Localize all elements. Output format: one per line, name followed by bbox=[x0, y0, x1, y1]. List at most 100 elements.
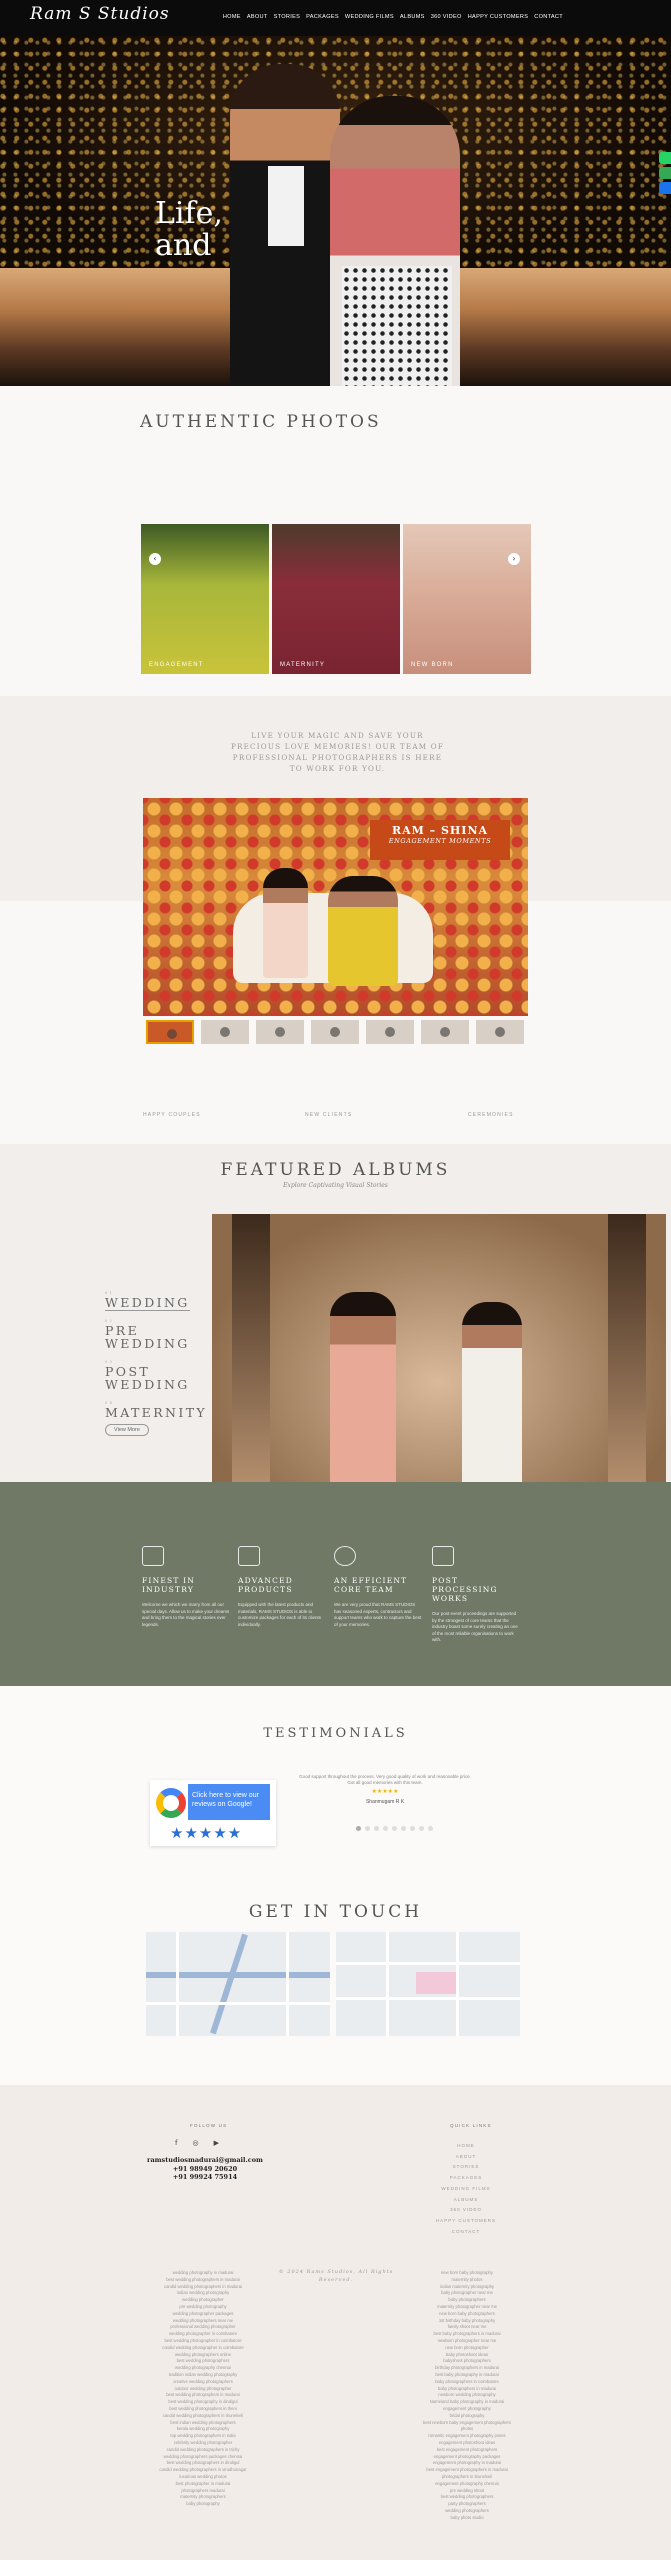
keyword-link[interactable]: photos bbox=[402, 2426, 532, 2433]
chat-icon[interactable] bbox=[659, 182, 671, 194]
keyword-link[interactable]: celebrity wedding photographer bbox=[138, 2440, 268, 2447]
keyword-link[interactable]: best newborn baby engagement photographe… bbox=[402, 2420, 532, 2427]
keyword-link[interactable]: family shoot near me bbox=[402, 2324, 532, 2331]
category-card-maternity[interactable]: MATERNITY bbox=[272, 524, 400, 674]
keyword-link[interactable]: 1st birthday baby photography bbox=[402, 2318, 532, 2325]
video-thumb[interactable] bbox=[366, 1020, 414, 1044]
keyword-link[interactable]: engagement photography packages bbox=[402, 2454, 532, 2461]
keyword-link[interactable]: wedding photographers bbox=[402, 2508, 532, 2515]
keyword-link[interactable]: creative wedding photographers bbox=[138, 2379, 268, 2386]
keyword-link[interactable]: indian maternity photography bbox=[402, 2284, 532, 2291]
keyword-link[interactable]: baby photographer near me bbox=[402, 2290, 532, 2297]
footer-link[interactable]: CONTACT bbox=[430, 2227, 502, 2238]
keyword-link[interactable]: baby photographers bbox=[402, 2297, 532, 2304]
nav-contact[interactable]: CONTACT bbox=[534, 14, 563, 20]
google-reviews-card[interactable]: Click here to view our reviews on Google… bbox=[150, 1780, 276, 1846]
video-player[interactable]: RAM – SHINA ENGAGEMENT MOMENTS bbox=[143, 798, 528, 1016]
keyword-link[interactable]: outdoor wedding photographer bbox=[138, 2386, 268, 2393]
keyword-link[interactable]: best wedding photographers in theni bbox=[138, 2406, 268, 2413]
phone-link-1[interactable]: +91 98949 20620 bbox=[140, 2165, 270, 2174]
keyword-link[interactable]: wedding photographers near me bbox=[138, 2318, 268, 2325]
keyword-link[interactable]: baby photo studio bbox=[402, 2515, 532, 2522]
keyword-link[interactable]: Nameland baby photography in madurai bbox=[402, 2399, 532, 2406]
keyword-link[interactable]: baby photographers in madurai bbox=[402, 2386, 532, 2393]
facebook-icon[interactable]: f bbox=[175, 2139, 177, 2147]
keyword-link[interactable]: newborn photographer near me bbox=[402, 2338, 532, 2345]
category-card-new-born[interactable]: NEW BORN bbox=[403, 524, 531, 674]
keyword-link[interactable]: wedding photographer in coimbatore bbox=[138, 2331, 268, 2338]
nav-home[interactable]: HOME bbox=[223, 14, 241, 20]
keyword-link[interactable]: wedding photographers packages chennai bbox=[138, 2454, 268, 2461]
keyword-link[interactable]: best baby photography in madurai bbox=[402, 2372, 532, 2379]
nav-about[interactable]: ABOUT bbox=[247, 14, 268, 20]
nav-stories[interactable]: STORIES bbox=[274, 14, 301, 20]
keyword-link[interactable]: wedding photographers online bbox=[138, 2352, 268, 2359]
keyword-link[interactable]: engagement photography in madurai bbox=[402, 2460, 532, 2467]
keyword-link[interactable]: wedding photographer packages bbox=[138, 2311, 268, 2318]
keyword-link[interactable]: candid wedding photographers in tirunelv… bbox=[138, 2413, 268, 2420]
keyword-link[interactable]: baby photographers in coimbatore bbox=[402, 2379, 532, 2386]
keyword-link[interactable]: luxurious wedding photos bbox=[138, 2474, 268, 2481]
nav-wedding-films[interactable]: WEDDING FILMS bbox=[345, 14, 394, 20]
keyword-link[interactable]: best engagement photographers in madurai bbox=[402, 2467, 532, 2474]
keyword-link[interactable]: best engagement photographers bbox=[402, 2447, 532, 2454]
keyword-link[interactable]: baby photography bbox=[138, 2501, 268, 2508]
carousel-dots[interactable] bbox=[356, 1826, 433, 1831]
nav-albums[interactable]: ALBUMS bbox=[400, 14, 425, 20]
keyword-link[interactable]: best wedding photographer in coimbatore bbox=[138, 2338, 268, 2345]
keyword-link[interactable]: birthday photographers in madurai bbox=[402, 2365, 532, 2372]
keyword-link[interactable]: party photographers bbox=[402, 2501, 532, 2508]
keyword-link[interactable]: new born baby photographers bbox=[402, 2311, 532, 2318]
keyword-link[interactable]: new born baby photography bbox=[402, 2270, 532, 2277]
keyword-link[interactable]: best wedding photography in dindigul bbox=[138, 2399, 268, 2406]
footer-link[interactable]: HAPPY CUSTOMERS bbox=[430, 2216, 502, 2227]
phone-link-2[interactable]: +91 99924 75914 bbox=[140, 2173, 270, 2182]
youtube-icon[interactable]: ▶ bbox=[214, 2139, 219, 2147]
footer-link[interactable]: 360 VIDEO bbox=[430, 2205, 502, 2216]
keyword-link[interactable]: maternity photographer near me bbox=[402, 2304, 532, 2311]
album-link-maternity[interactable]: 04 MATERNITY bbox=[105, 1400, 207, 1419]
carousel-next-icon[interactable]: › bbox=[508, 553, 520, 565]
keyword-link[interactable]: wedding photographer bbox=[138, 2297, 268, 2304]
keyword-link[interactable]: photographers in tirunelveli bbox=[402, 2474, 532, 2481]
phone-icon[interactable] bbox=[659, 167, 671, 179]
video-thumb[interactable] bbox=[476, 1020, 524, 1044]
video-thumb[interactable] bbox=[311, 1020, 359, 1044]
email-link[interactable]: ramstudiosmadurai@gmail.com bbox=[140, 2156, 270, 2165]
keyword-link[interactable]: newborn wedding photography bbox=[402, 2392, 532, 2399]
whatsapp-icon[interactable] bbox=[659, 152, 671, 164]
keyword-link[interactable]: baby photoshoot ideas bbox=[402, 2352, 532, 2359]
footer-link[interactable]: WEDDING FILMS bbox=[430, 2184, 502, 2195]
video-thumb[interactable] bbox=[256, 1020, 304, 1044]
video-thumb[interactable] bbox=[421, 1020, 469, 1044]
album-link-pre-wedding[interactable]: 02 PRE WEDDING bbox=[105, 1318, 207, 1350]
footer-link[interactable]: ABOUT bbox=[430, 2152, 502, 2163]
nav-happy-customers[interactable]: HAPPY CUSTOMERS bbox=[468, 14, 529, 20]
instagram-icon[interactable]: ◎ bbox=[192, 2139, 198, 2147]
category-card-engagement[interactable]: ENGAGEMENT bbox=[141, 524, 269, 674]
keyword-link[interactable]: kerala wedding photography bbox=[138, 2426, 268, 2433]
keyword-link[interactable]: best indian wedding photographers bbox=[138, 2420, 268, 2427]
keyword-link[interactable]: wedding photography in madurai bbox=[138, 2270, 268, 2277]
keyword-link[interactable]: indian wedding photography bbox=[138, 2290, 268, 2297]
footer-link[interactable]: ALBUMS bbox=[430, 2195, 502, 2206]
keyword-link[interactable]: top wedding photographers in india bbox=[138, 2433, 268, 2440]
keyword-link[interactable]: bridal photography bbox=[402, 2413, 532, 2420]
keyword-link[interactable]: tradition indian wedding photography bbox=[138, 2372, 268, 2379]
keyword-link[interactable]: maternity photographers bbox=[138, 2494, 268, 2501]
keyword-link[interactable]: best wedding photographers bbox=[138, 2358, 268, 2365]
nav-packages[interactable]: PACKAGES bbox=[306, 14, 339, 20]
keyword-link[interactable]: photographers madurai bbox=[138, 2488, 268, 2495]
footer-link[interactable]: STORIES bbox=[430, 2162, 502, 2173]
nav-360-video[interactable]: 360 VIDEO bbox=[431, 14, 462, 20]
keyword-link[interactable]: romantic engagement photography poses bbox=[402, 2433, 532, 2440]
keyword-link[interactable]: best photographer in madurai bbox=[138, 2481, 268, 2488]
keyword-link[interactable]: engagement photography bbox=[402, 2406, 532, 2413]
keyword-link[interactable]: candid wedding photographers in virudhun… bbox=[138, 2467, 268, 2474]
keyword-link[interactable]: pre wedding photography bbox=[138, 2304, 268, 2311]
keyword-link[interactable]: maternity photos bbox=[402, 2277, 532, 2284]
footer-link[interactable]: PACKAGES bbox=[430, 2173, 502, 2184]
keyword-link[interactable]: best wedding photographers in madurai bbox=[138, 2277, 268, 2284]
map-right[interactable] bbox=[336, 1932, 520, 2036]
keyword-link[interactable]: candid wedding photographers in trichy bbox=[138, 2447, 268, 2454]
